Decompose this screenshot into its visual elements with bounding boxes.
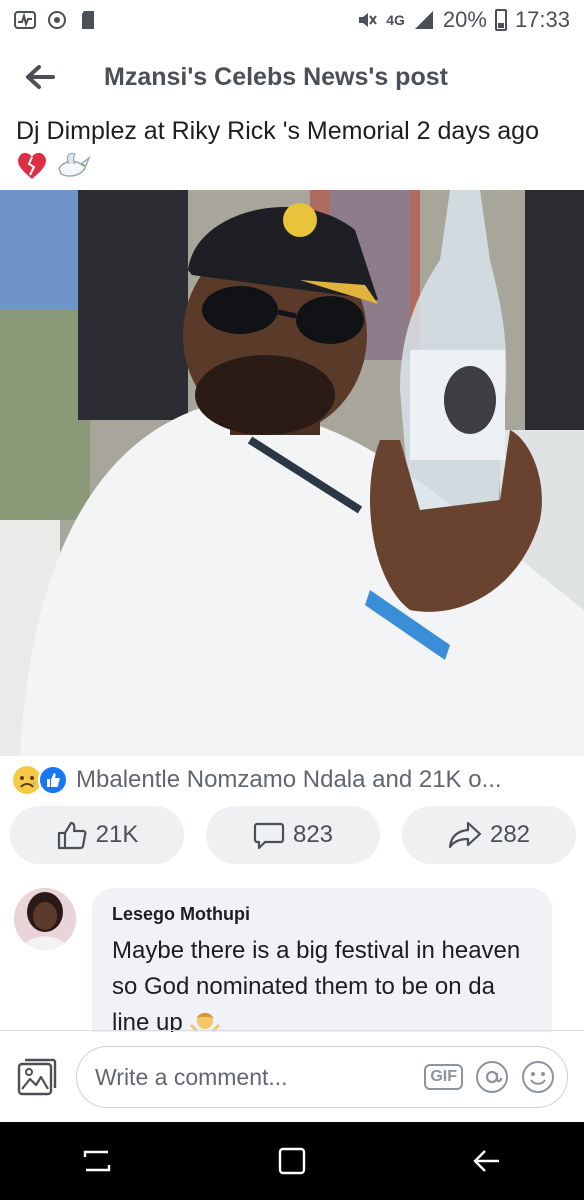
reaction-icons (12, 765, 68, 795)
sync-icon (48, 11, 66, 29)
post-text: Dj Dimplez at Riky Rick 's Memorial 2 da… (16, 114, 576, 182)
comment-input[interactable] (95, 1063, 413, 1091)
sd-card-icon (82, 11, 94, 29)
comment: Lesego Mothupi Maybe there is a big fest… (14, 886, 574, 1032)
comment-composer: GIF (0, 1034, 584, 1120)
avatar[interactable] (14, 888, 76, 950)
signal-icon (414, 11, 433, 29)
shrug-emoji-icon (190, 1012, 221, 1032)
battery-icon (494, 9, 507, 31)
recent-apps-button[interactable] (57, 1122, 137, 1200)
dove-icon (58, 153, 91, 178)
status-right-icons: 4G 20% 17:33 (356, 7, 570, 33)
like-count: 21K (95, 821, 139, 848)
reactions-text: Mbalentle Nomzamo Ndala and 21K o... (76, 766, 502, 793)
smiley-icon (522, 1061, 554, 1093)
network-type: 4G (386, 12, 405, 28)
share-count: 282 (489, 821, 531, 848)
activity-icon (14, 11, 36, 29)
gif-button[interactable]: GIF (424, 1064, 463, 1090)
comment-icon (253, 822, 285, 850)
photo-gallery-icon (17, 1058, 57, 1096)
comment-input-container[interactable]: GIF (76, 1046, 568, 1108)
post-header: Mzansi's Celebs News's post (0, 40, 584, 114)
page-title: Mzansi's Celebs News's post (104, 62, 448, 91)
comment-button[interactable]: 823 (206, 806, 380, 864)
emoji-button[interactable] (521, 1060, 555, 1094)
gif-icon: GIF (424, 1064, 463, 1090)
recent-apps-icon (84, 1150, 111, 1172)
avatar-image (14, 888, 76, 950)
thumbs-up-icon (57, 821, 87, 850)
mute-icon (359, 13, 378, 27)
photo-button[interactable] (14, 1054, 60, 1100)
post-actions: 21K 823 282 (10, 806, 576, 866)
comment-count: 823 (292, 821, 334, 848)
home-icon (278, 1147, 306, 1175)
photo-illustration (0, 190, 584, 756)
back-nav-icon (472, 1150, 499, 1172)
share-button[interactable]: 282 (402, 806, 576, 864)
system-nav-bar (0, 1122, 584, 1200)
post-photo[interactable] (0, 190, 584, 756)
like-icon (38, 765, 68, 795)
arrow-left-icon (26, 65, 55, 89)
reactions-summary[interactable]: Mbalentle Nomzamo Ndala and 21K o... (12, 762, 578, 798)
composer-divider (0, 1030, 584, 1031)
comment-bubble[interactable]: Lesego Mothupi Maybe there is a big fest… (92, 888, 552, 1032)
mention-button[interactable] (475, 1060, 509, 1094)
status-bar: 4G 20% 17:33 (0, 0, 584, 40)
clock: 17:33 (514, 7, 570, 32)
comment-text: Maybe there is a big festival in heaven … (112, 933, 532, 1032)
battery-percent: 20% (442, 7, 487, 32)
comment-body: Maybe there is a big festival in heaven … (112, 937, 521, 1032)
broken-heart-icon (18, 153, 46, 180)
back-button[interactable] (0, 40, 80, 114)
comment-author[interactable]: Lesego Mothupi (112, 904, 532, 925)
like-button[interactable]: 21K (10, 806, 184, 864)
status-left-icons (14, 9, 100, 31)
post-caption: Dj Dimplez at Riky Rick 's Memorial 2 da… (16, 117, 539, 145)
home-button[interactable] (252, 1122, 332, 1200)
at-sign-icon (476, 1061, 508, 1093)
share-icon (448, 821, 482, 849)
back-nav-button[interactable] (447, 1122, 527, 1200)
